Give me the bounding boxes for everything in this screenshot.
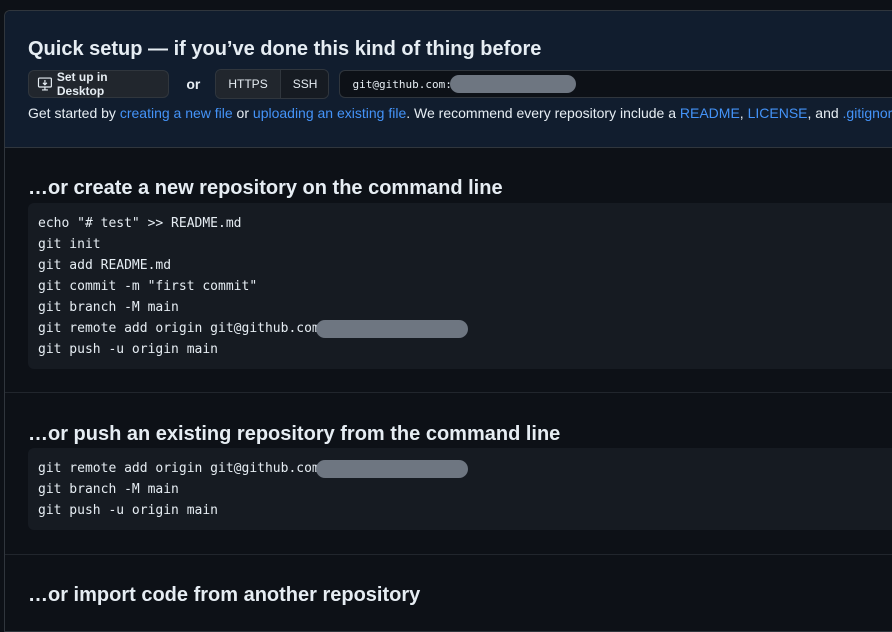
quick-setup-title: Quick setup — if you’ve done this kind o…	[28, 38, 542, 60]
import-title: …or import code from another repository	[28, 584, 421, 606]
code-text: git remote add origin git@github.com:	[38, 461, 328, 476]
setup-hint: Get started by creating a new file or up…	[28, 105, 892, 121]
push-existing-section: …or push an existing repository from the…	[5, 393, 892, 555]
ssh-tab[interactable]: SSH	[280, 70, 329, 98]
code-line: git branch -M main	[38, 482, 179, 497]
code-line: git branch -M main	[38, 300, 179, 315]
code-line: echo "# test" >> README.md	[38, 216, 242, 231]
hint-text: ,	[739, 105, 748, 121]
setup-panel: Quick setup — if you’ve done this kind o…	[4, 10, 892, 632]
clone-url-text: git@github.com:	[352, 77, 452, 91]
code-line: git add README.md	[38, 258, 172, 273]
redacted-repo-path	[449, 75, 576, 93]
protocol-switch: HTTPS SSH	[215, 69, 330, 99]
import-section: …or import code from another repository	[5, 555, 892, 631]
clone-toolbar: Set up in Desktop or HTTPS SSH git@githu…	[28, 69, 892, 99]
desktop-download-icon	[37, 77, 52, 91]
readme-link[interactable]: README	[680, 105, 740, 121]
setup-in-desktop-button[interactable]: Set up in Desktop	[28, 70, 170, 98]
redacted-repo-path	[316, 460, 468, 478]
hint-text: . We recommend every repository include …	[406, 105, 680, 121]
create-new-file-link[interactable]: creating a new file	[120, 105, 233, 121]
redacted-repo-path	[316, 320, 468, 338]
hint-text: or	[232, 105, 253, 121]
hint-text: Get started by	[28, 105, 120, 121]
quick-setup-section: Quick setup — if you’ve done this kind o…	[5, 11, 892, 148]
new-repo-section: …or create a new repository on the comma…	[5, 148, 892, 393]
code-line: git push -u origin main	[38, 503, 219, 518]
code-line: git init	[38, 237, 101, 252]
gitignore-link[interactable]: .gitignore	[843, 105, 892, 121]
new-repo-code-block[interactable]: echo "# test" >> README.md git init git …	[28, 203, 892, 369]
code-text: git remote add origin git@github.com	[38, 321, 320, 336]
push-existing-code-block[interactable]: git remote add origin git@github.com: gi…	[28, 448, 892, 530]
code-line-remote: git remote add origin git@github.com	[38, 318, 892, 339]
or-label: or	[186, 76, 201, 92]
code-line: git commit -m "first commit"	[38, 279, 258, 294]
upload-existing-file-link[interactable]: uploading an existing file	[253, 105, 406, 121]
setup-in-desktop-label: Set up in Desktop	[56, 70, 108, 98]
license-link[interactable]: LICENSE	[748, 105, 808, 121]
push-existing-title: …or push an existing repository from the…	[28, 423, 561, 445]
code-line-remote: git remote add origin git@github.com:	[38, 458, 892, 479]
hint-text: , and	[807, 105, 843, 121]
https-tab[interactable]: HTTPS	[216, 70, 281, 98]
clone-url-input[interactable]: git@github.com:	[339, 70, 892, 98]
code-line: git push -u origin main	[38, 342, 219, 357]
new-repo-title: …or create a new repository on the comma…	[28, 177, 503, 199]
